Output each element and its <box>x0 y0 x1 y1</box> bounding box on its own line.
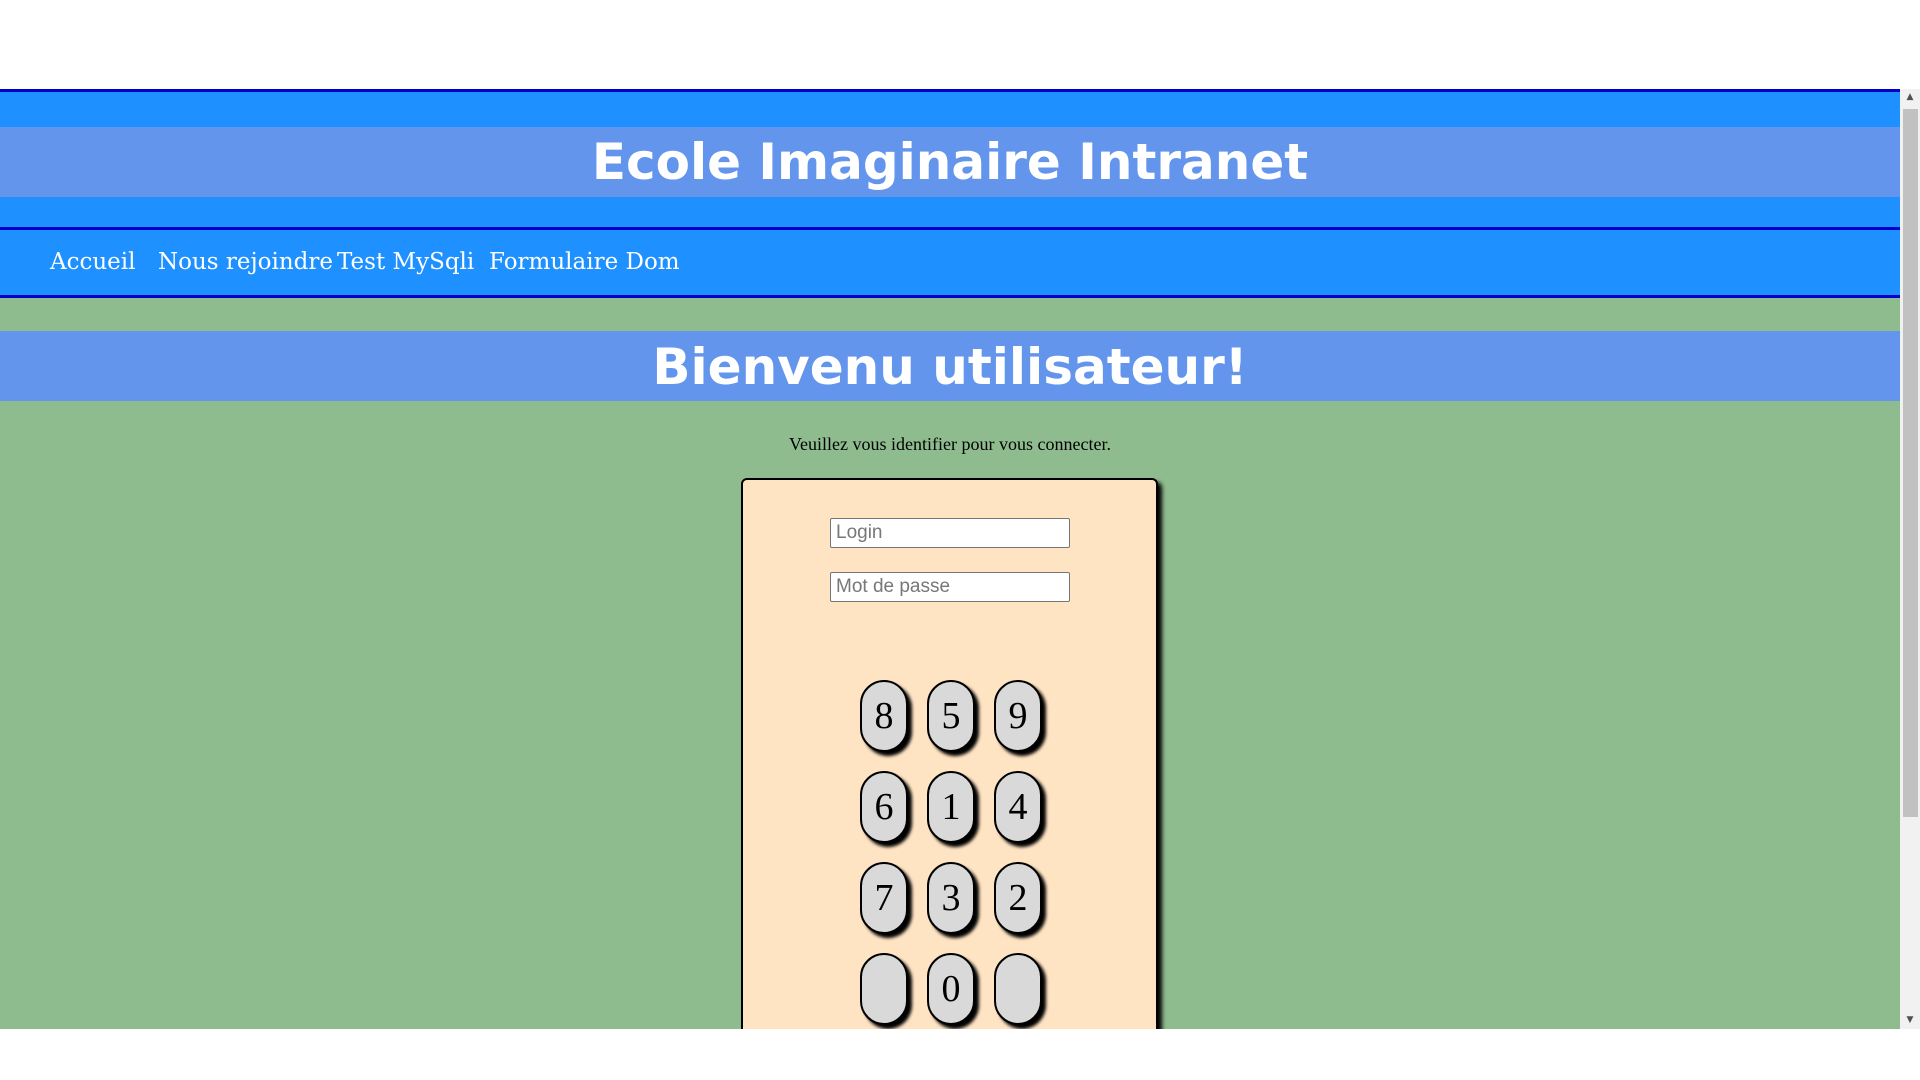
browser-top-area <box>0 0 1920 89</box>
scroll-thumb[interactable] <box>1903 109 1918 817</box>
welcome-heading: Bienvenu utilisateur! <box>652 338 1248 396</box>
keypad-key[interactable]: 1 <box>927 771 975 843</box>
keypad-key[interactable]: 4 <box>994 771 1042 843</box>
keypad-key-blank[interactable] <box>860 953 908 1025</box>
welcome-band: Bienvenu utilisateur! <box>0 331 1900 401</box>
nav-item-test-mysqli[interactable]: Test MySqli <box>337 230 474 295</box>
scroll-down-arrow-icon[interactable]: ▼ <box>1900 1012 1920 1029</box>
keypad-key[interactable]: 8 <box>860 680 908 752</box>
nav-item-formulaire-dom[interactable]: Formulaire Dom <box>489 230 680 295</box>
page-viewport: Ecole Imaginaire Intranet Accueil Nous r… <box>0 89 1900 1029</box>
login-form: 8 5 9 6 1 4 7 3 2 0 <box>741 478 1158 1029</box>
nav-item-accueil[interactable]: Accueil <box>50 230 136 295</box>
keypad-key[interactable]: 5 <box>927 680 975 752</box>
keypad-key[interactable]: 6 <box>860 771 908 843</box>
keypad-key[interactable]: 9 <box>994 680 1042 752</box>
header-title-band: Ecole Imaginaire Intranet <box>0 127 1900 197</box>
keypad-key[interactable]: 0 <box>927 953 975 1025</box>
login-instruction: Veuillez vous identifier pour vous conne… <box>789 434 1111 454</box>
keypad-key[interactable]: 2 <box>994 862 1042 934</box>
numeric-keypad: 8 5 9 6 1 4 7 3 2 0 <box>743 480 1160 1029</box>
main-nav: Accueil Nous rejoindre Test MySqli Formu… <box>0 230 1900 298</box>
site-header: Ecole Imaginaire Intranet <box>0 89 1900 230</box>
scroll-up-arrow-icon[interactable]: ▲ <box>1900 89 1920 106</box>
vertical-scrollbar[interactable]: ▲ ▼ <box>1900 89 1920 1029</box>
keypad-key-blank[interactable] <box>994 953 1042 1025</box>
site-title: Ecole Imaginaire Intranet <box>591 133 1309 191</box>
browser-bottom-area <box>0 1029 1920 1080</box>
nav-item-nous-rejoindre[interactable]: Nous rejoindre <box>158 230 333 295</box>
keypad-key[interactable]: 7 <box>860 862 908 934</box>
keypad-key[interactable]: 3 <box>927 862 975 934</box>
